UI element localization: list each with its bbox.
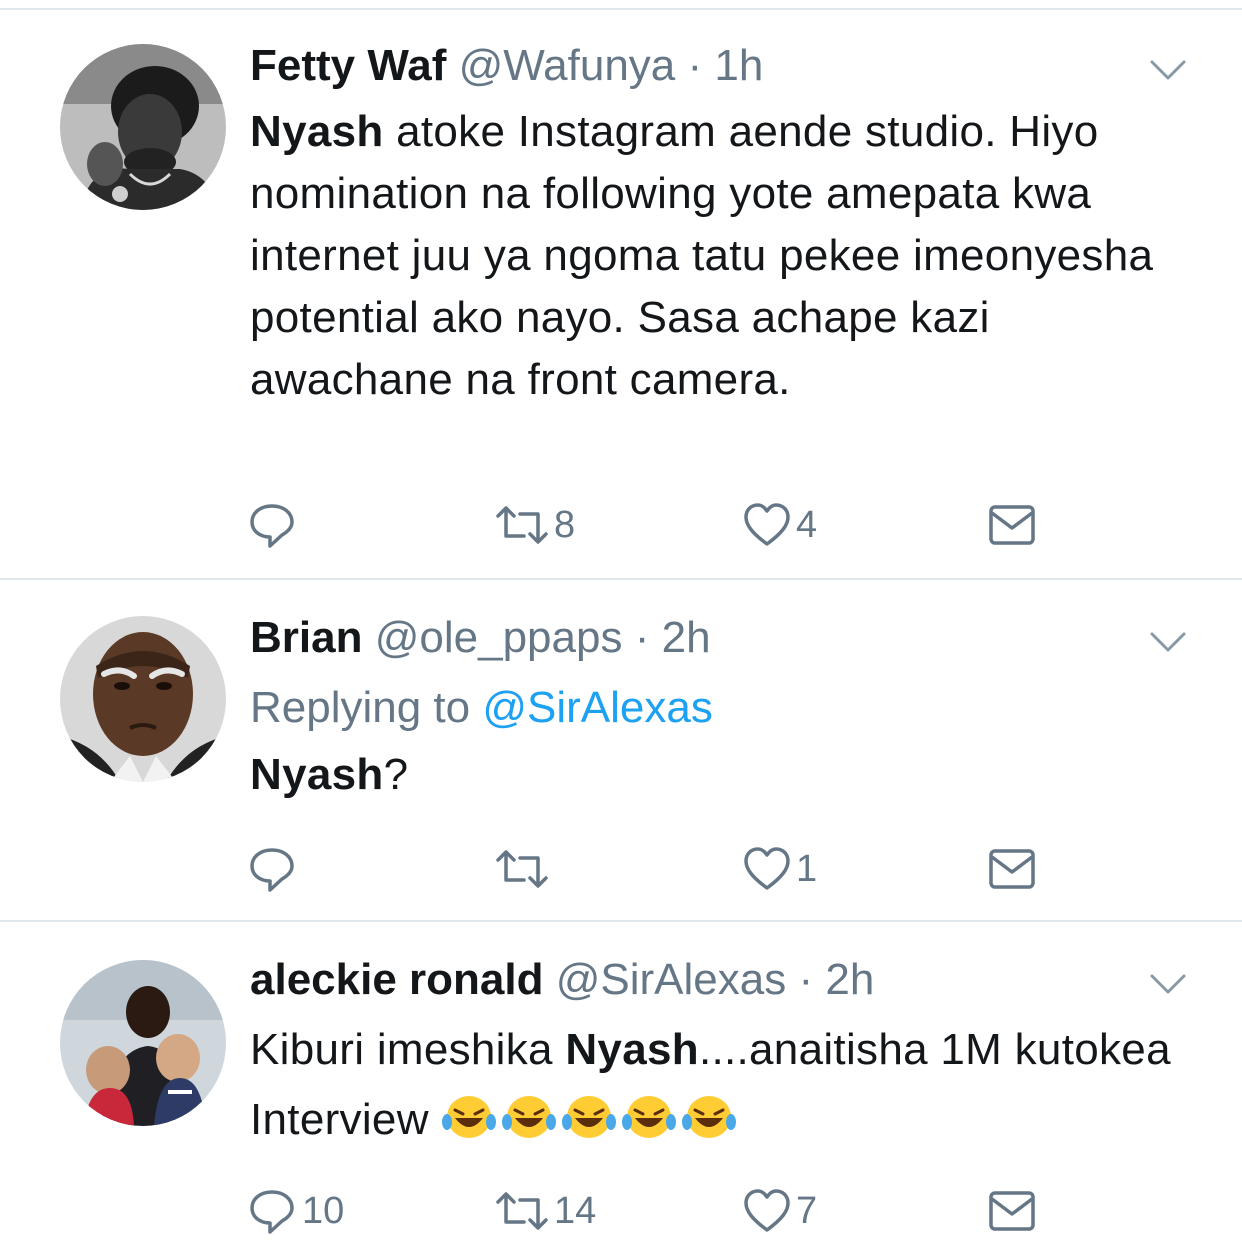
timestamp[interactable]: 1h	[714, 41, 763, 90]
retweet-icon	[496, 850, 548, 888]
chevron-down-icon[interactable]	[1148, 628, 1188, 656]
text-rest: ?	[383, 750, 409, 799]
emoji-row	[441, 1095, 741, 1144]
separator: ·	[798, 955, 814, 1004]
separator: ·	[634, 613, 650, 662]
envelope-icon	[989, 1191, 1035, 1231]
retweet-count: 14	[554, 1190, 597, 1232]
tweet-content: Fetty Waf @Wafunya · 1h Nyash atoke Inst…	[250, 40, 1190, 411]
like-button[interactable]: 1	[742, 844, 817, 894]
retweet-icon	[496, 1192, 548, 1230]
retweet-button[interactable]: 8	[494, 500, 575, 550]
tweet-text: Kiburi imeshika Nyash....anaitisha 1M ku…	[250, 1015, 1190, 1155]
avatar[interactable]	[60, 44, 226, 210]
heart-icon	[744, 503, 790, 546]
bold-word: Nyash	[250, 107, 384, 156]
avatar[interactable]	[60, 616, 226, 782]
laughing-emoji-icon	[622, 1096, 677, 1138]
display-name[interactable]: Fetty Waf	[250, 41, 446, 90]
reply-button[interactable]	[246, 844, 302, 894]
like-count: 7	[796, 1190, 818, 1232]
laughing-emoji-icon	[562, 1096, 617, 1138]
tweet-actions: 1	[246, 844, 1046, 894]
reply-icon	[250, 1190, 294, 1234]
tweet-header: Brian @ole_ppaps · 2h	[250, 612, 1190, 664]
tweet-actions: 8 4	[246, 500, 1046, 550]
retweet-icon	[496, 506, 548, 544]
reply-icon	[250, 504, 294, 548]
tweet-content: Brian @ole_ppaps · 2h Replying to @SirAl…	[250, 612, 1190, 806]
like-count: 4	[796, 504, 818, 546]
tweet-actions: 10 14 7	[246, 1186, 1046, 1236]
separator: ·	[687, 41, 703, 90]
tweet-2[interactable]: Brian @ole_ppaps · 2h Replying to @SirAl…	[0, 580, 1242, 922]
tweet-3[interactable]: aleckie ronald @SirAlexas · 2h Kiburi im…	[0, 922, 1242, 1259]
tweet-text: Nyash atoke Instagram aende studio. Hiyo…	[250, 101, 1190, 411]
bold-word: Nyash	[250, 750, 384, 799]
reply-button[interactable]	[246, 500, 302, 550]
timestamp[interactable]: 2h	[662, 613, 711, 662]
avatar[interactable]	[60, 960, 226, 1126]
text-pre: Kiburi imeshika	[250, 1025, 566, 1074]
retweet-count: 8	[554, 504, 576, 546]
tweet-header: Fetty Waf @Wafunya · 1h	[250, 40, 1190, 92]
envelope-icon	[989, 849, 1035, 889]
like-count: 1	[796, 848, 818, 890]
mention-link[interactable]: @SirAlexas	[482, 683, 713, 732]
chevron-down-icon[interactable]	[1148, 970, 1188, 998]
retweet-button[interactable]: 14	[494, 1186, 596, 1236]
envelope-icon	[989, 505, 1035, 545]
text-rest: atoke Instagram aende studio. Hiyo nomin…	[250, 107, 1154, 404]
laughing-emoji-icon	[502, 1096, 557, 1138]
message-button[interactable]	[988, 500, 1036, 550]
replying-to: Replying to @SirAlexas	[250, 682, 1190, 734]
user-handle[interactable]: @Wafunya	[459, 41, 676, 90]
retweet-button[interactable]	[494, 844, 554, 894]
display-name[interactable]: Brian	[250, 613, 362, 662]
reply-count: 10	[302, 1190, 345, 1232]
display-name[interactable]: aleckie ronald	[250, 955, 543, 1004]
bold-word: Nyash	[565, 1025, 699, 1074]
message-button[interactable]	[988, 844, 1036, 894]
heart-icon	[744, 1189, 790, 1232]
chevron-down-icon[interactable]	[1148, 56, 1188, 84]
like-button[interactable]: 4	[742, 500, 817, 550]
replying-to-label: Replying to	[250, 683, 483, 732]
user-handle[interactable]: @ole_ppaps	[375, 613, 623, 662]
like-button[interactable]: 7	[742, 1186, 817, 1236]
tweet-content: aleckie ronald @SirAlexas · 2h Kiburi im…	[250, 954, 1190, 1155]
tweet-1[interactable]: Fetty Waf @Wafunya · 1h Nyash atoke Inst…	[0, 0, 1242, 580]
reply-icon	[250, 848, 294, 892]
tweet-header: aleckie ronald @SirAlexas · 2h	[250, 954, 1190, 1006]
message-button[interactable]	[988, 1186, 1036, 1236]
user-handle[interactable]: @SirAlexas	[556, 955, 787, 1004]
reply-button[interactable]: 10	[246, 1186, 344, 1236]
heart-icon	[744, 847, 790, 890]
timestamp[interactable]: 2h	[825, 955, 874, 1004]
tweet-text: Nyash?	[250, 744, 1190, 806]
laughing-emoji-icon	[442, 1096, 497, 1138]
laughing-emoji-icon	[682, 1096, 737, 1138]
